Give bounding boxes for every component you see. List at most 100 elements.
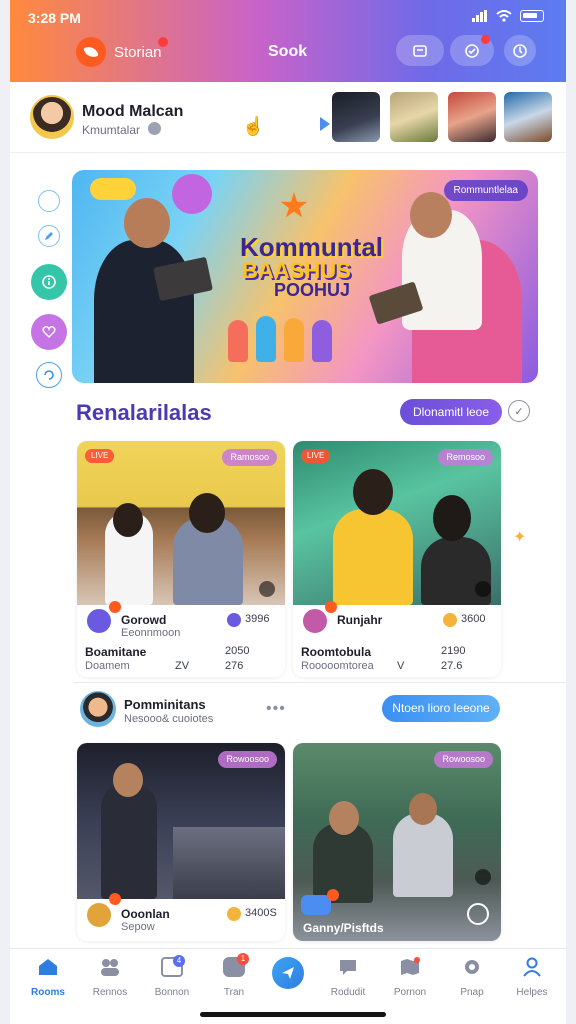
status-time: 3:28 PM	[28, 10, 81, 26]
balloon-illustration	[172, 174, 212, 214]
nav-item-rodudit[interactable]: Rodudit	[320, 957, 376, 1000]
nav-item-rooms[interactable]: Rooms	[20, 957, 76, 1000]
avatar[interactable]	[30, 95, 74, 139]
send-button[interactable]	[272, 957, 304, 989]
check-icon[interactable]	[467, 903, 489, 925]
info-icon	[42, 275, 56, 289]
hero-tag[interactable]: Rommuntlelaa	[443, 180, 528, 201]
stat-value: 27.6	[441, 660, 463, 672]
rail-edit-button[interactable]	[38, 225, 60, 247]
stat-name: Boamitane	[85, 645, 147, 659]
play-arrow-icon[interactable]	[320, 117, 330, 131]
clock-button[interactable]	[504, 35, 536, 66]
host-badge	[109, 601, 121, 613]
section-action-button[interactable]: Dlonamitl leoe	[400, 399, 502, 425]
rail-heart-button[interactable]	[31, 314, 67, 350]
room-card[interactable]: Rowoosoo Ganny/Pisftds	[293, 743, 501, 941]
host-name: Ooonlan	[121, 907, 170, 921]
host-avatar[interactable]	[85, 607, 113, 635]
coin-icon	[227, 613, 241, 627]
chat-icon: 1	[223, 953, 249, 977]
app-logo-icon[interactable]	[76, 37, 106, 67]
room-card[interactable]: Rowoosoo Ooonlan Sepow 3400S	[77, 743, 285, 941]
mic-icon[interactable]	[475, 581, 491, 597]
clock-icon	[513, 43, 527, 58]
profile-subtitle: Kmumtalar	[82, 123, 141, 137]
nav-label: Rodudit	[330, 987, 366, 998]
story-label[interactable]: Storian	[114, 44, 162, 61]
nav-label: Pornon	[393, 987, 427, 998]
story-thumbnail[interactable]	[390, 92, 438, 142]
stat-value: 2050	[225, 645, 250, 657]
story-thumbnail[interactable]	[504, 92, 552, 142]
stat-subtitle: Rooooomtorea	[301, 660, 374, 672]
compass-icon	[45, 197, 53, 205]
host-avatar[interactable]	[85, 901, 113, 929]
nav-item-helpes[interactable]: Helpes	[504, 957, 560, 1000]
hero-person-head	[410, 192, 452, 238]
coin-count: 3400S	[245, 907, 277, 919]
chat-icon	[465, 43, 479, 58]
chat-button[interactable]	[450, 35, 494, 66]
verified-icon	[148, 122, 161, 135]
nav-label: Helpes	[516, 987, 548, 998]
heart-icon	[42, 326, 56, 339]
story-thumbnail[interactable]	[332, 92, 380, 142]
hero-person-head	[124, 198, 170, 248]
hero-banner[interactable]: Kommuntal BAASHUS POOHUJ Rommuntlelaa	[72, 170, 538, 383]
chevron-down-icon[interactable]: ✓	[508, 400, 530, 422]
nav-label: Rennos	[92, 987, 128, 998]
wallet-icon	[413, 44, 427, 57]
share-icon[interactable]	[301, 895, 331, 915]
nav-item-bonnon[interactable]: 4 Bonnon	[144, 955, 200, 1000]
message-icon	[340, 960, 356, 975]
star-icon	[280, 192, 308, 218]
stat-value: V	[397, 660, 405, 672]
hero-title-line3: POOHUJ	[274, 280, 351, 300]
pointer-cursor-icon: ☝	[242, 116, 265, 136]
people-icon	[101, 959, 119, 976]
wallet-button[interactable]	[396, 35, 444, 66]
nav-label: Bonnon	[154, 987, 190, 998]
map-icon	[401, 957, 420, 975]
nav-item-tran[interactable]: 1 Tran	[206, 953, 262, 1000]
follow-button[interactable]: Ntoen lioro leeone	[382, 695, 500, 722]
wifi-icon	[496, 10, 512, 22]
nav-item-rennos[interactable]: Rennos	[82, 957, 138, 1000]
more-icon[interactable]: •••	[266, 700, 286, 718]
avatar[interactable]	[80, 691, 116, 727]
rail-info-button[interactable]	[31, 264, 67, 300]
rail-compass-button[interactable]	[38, 190, 60, 212]
room-card[interactable]: LIVE Ramosoo Gorowd Eeonnmoon 3996 Boami…	[77, 441, 285, 677]
signal-icon	[472, 10, 487, 22]
nav-label: Rooms	[31, 987, 65, 998]
creator-name: Pomminitans	[124, 697, 206, 712]
host-subtitle: Sepow	[121, 921, 155, 933]
app-frame: 3:28 PM Storian Sook Mood Malcan Kmumtal…	[10, 0, 566, 1024]
mic-icon[interactable]	[475, 869, 491, 885]
host-name: Ganny/Pisftds	[303, 921, 384, 935]
nav-item-pnap[interactable]: Pnap	[444, 957, 500, 1000]
room-card[interactable]: LIVE Remosoo Runjahr 3600 Roomtobula 219…	[293, 441, 501, 677]
story-thumbnail[interactable]	[448, 92, 496, 142]
stat-name: Roomtobula	[301, 645, 371, 659]
nav-label: Tran	[223, 987, 245, 998]
room-tag: Remosoo	[438, 449, 493, 466]
host-avatar[interactable]	[301, 607, 329, 635]
room-tag: Rowoosoo	[434, 751, 493, 768]
user-icon	[523, 957, 541, 977]
coin-count: 3600	[461, 613, 486, 625]
cloud-illustration	[90, 178, 136, 200]
profile-row: Mood Malcan Kmumtalar ☝	[10, 83, 566, 153]
nav-item-pornon[interactable]: Pornon	[382, 957, 438, 1000]
host-badge	[327, 889, 339, 901]
mic-icon[interactable]	[259, 581, 275, 597]
status-icons	[472, 10, 544, 22]
header-title: Sook	[268, 43, 308, 60]
rail-refresh-button[interactable]	[36, 362, 62, 388]
creator-subtitle: Nesooo& cuoiotes	[124, 713, 214, 725]
nav-badge: 4	[173, 955, 185, 967]
room-tag: Ramosoo	[222, 449, 277, 466]
room-tag: Rowoosoo	[218, 751, 277, 768]
host-subtitle: Eeonnmoon	[121, 627, 181, 639]
